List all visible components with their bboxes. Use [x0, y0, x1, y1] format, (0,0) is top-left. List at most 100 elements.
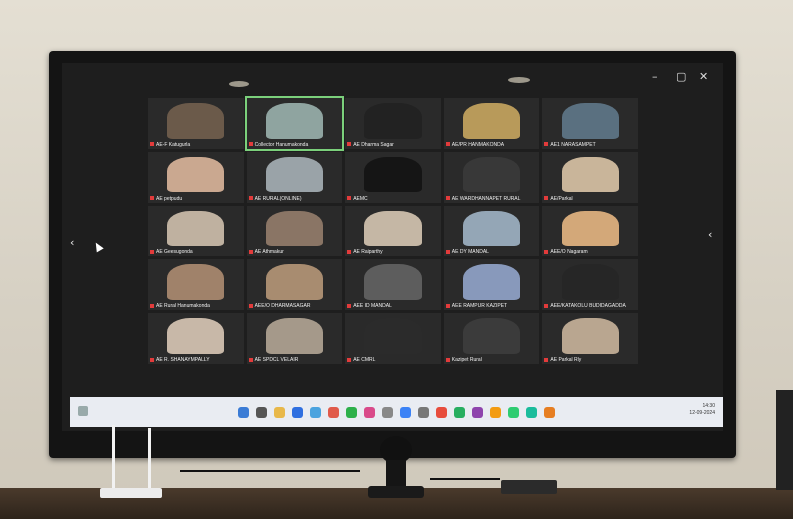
muted-mic-icon — [150, 357, 154, 362]
participant-tile[interactable]: Collector Hanumakonda — [244, 96, 345, 151]
participant-video — [265, 264, 324, 301]
taskbar-app-icon[interactable] — [274, 406, 285, 418]
system-tray[interactable]: 14:30 12-09-2024 — [689, 403, 715, 417]
participant-tile[interactable]: AE1 NARASAMPET — [542, 98, 638, 149]
participant-name: Kazipet Rural — [445, 356, 538, 363]
muted-mic-icon — [248, 196, 253, 201]
participant-name: AE CMRL — [347, 357, 439, 363]
taskbar-app-icon[interactable] — [382, 406, 393, 418]
taskbar-app-icon[interactable] — [346, 406, 357, 418]
participant-tile[interactable]: AEE/O Nagaram — [542, 205, 638, 257]
participant-tile[interactable]: AE CMRL — [345, 313, 441, 364]
participant-name-text: AE/PR HANMAKONDA — [451, 141, 505, 148]
participant-video — [167, 210, 225, 247]
participant-video — [364, 103, 422, 139]
participant-name: AE Geesugonda — [150, 249, 242, 255]
taskbar-app-icon[interactable] — [544, 406, 555, 418]
ceiling-light-reflection — [229, 81, 249, 87]
maximize-icon[interactable]: ▢ — [676, 70, 686, 83]
taskbar-app-icon[interactable] — [436, 406, 447, 418]
muted-mic-icon — [150, 250, 154, 255]
taskbar-app-icon[interactable] — [418, 406, 429, 418]
participant-name: AE Parkal Rly — [544, 357, 636, 363]
participant-video — [364, 156, 422, 193]
participant-name-text: AE RURAL(ONLINE) — [254, 195, 302, 202]
participant-video — [167, 318, 225, 354]
participant-tile[interactable]: AE Raiparthy — [345, 205, 441, 257]
taskbar-app-icon[interactable] — [508, 406, 519, 418]
taskbar-app-icon[interactable] — [490, 406, 501, 418]
speaker — [776, 390, 793, 490]
av-device — [501, 480, 557, 494]
taskbar-app-icon[interactable] — [400, 406, 411, 418]
muted-mic-icon — [248, 303, 253, 308]
participant-name-text: AEMC — [353, 195, 368, 202]
participant-name-text: AEE RAMPUR KAZIPET — [451, 303, 508, 310]
widgets-icon[interactable] — [78, 406, 88, 416]
participant-video — [561, 210, 619, 247]
participant-tile[interactable]: AE Parkal Rly — [542, 313, 638, 364]
participant-name-text: AEE ID MANDAL — [353, 303, 392, 310]
close-icon[interactable]: ✕ — [699, 70, 708, 83]
tray-time: 14:30 — [702, 403, 715, 409]
muted-mic-icon — [347, 142, 352, 147]
participant-name-text: AE Dharma Sagar — [353, 141, 394, 148]
video-gallery-grid: AE-F Katugurla Collector Hanumakonda AE Dh… — [148, 96, 638, 364]
next-page-icon[interactable]: ‹ — [708, 228, 712, 241]
participant-tile[interactable]: AE/PR HANMAKONDA — [443, 98, 540, 149]
participant-tile[interactable]: AE Geesugonda — [148, 205, 244, 257]
participant-tile[interactable]: AEMC — [345, 151, 441, 203]
wifi-router — [100, 488, 162, 498]
participant-video — [364, 318, 422, 354]
muted-mic-icon — [445, 196, 450, 201]
muted-mic-icon — [248, 142, 253, 147]
participant-tile[interactable]: AE RURAL(ONLINE) — [246, 151, 343, 203]
participant-tile[interactable]: AE SPDCL VELAIR — [246, 313, 343, 364]
taskbar-app-icon[interactable] — [238, 406, 249, 418]
router-antenna — [112, 425, 115, 495]
muted-mic-icon — [544, 196, 549, 201]
minimize-icon[interactable]: – — [652, 70, 658, 83]
participant-name-text: AE Parkal Rly — [550, 356, 582, 363]
participant-tile[interactable]: AEE/O DHARMASAGAR — [246, 259, 343, 311]
taskbar-app-icon[interactable] — [256, 406, 267, 418]
taskbar-app-icon[interactable] — [364, 406, 375, 418]
taskbar-app-icon[interactable] — [328, 406, 339, 418]
participant-tile[interactable]: AE DY MANDAL — [443, 205, 540, 257]
participant-name: AE WARDHANNAPET RURAL — [445, 196, 538, 202]
participant-video — [265, 318, 324, 354]
participant-name: Collector Hanumakonda — [248, 142, 341, 148]
participant-name-text: Kazipet Rural — [451, 356, 482, 363]
muted-mic-icon — [445, 357, 450, 362]
participant-name-text: AE-F Katugurla — [156, 141, 191, 148]
taskbar-app-icon[interactable] — [454, 406, 465, 418]
participant-tile[interactable]: AE R. SHANAYMPALLY — [148, 313, 244, 364]
taskbar-app-icon[interactable] — [310, 406, 321, 418]
taskbar-app-icon[interactable] — [526, 406, 537, 418]
participant-tile[interactable]: AE Athmakur — [246, 205, 343, 257]
participant-name: AE SPDCL VELAIR — [248, 357, 341, 363]
participant-tile[interactable]: AEE RAMPUR KAZIPET — [443, 259, 540, 311]
participant-name-text: AEE/O DHARMASAGAR — [254, 303, 311, 310]
participant-tile[interactable]: AE/Parkal — [542, 151, 638, 203]
participant-tile[interactable]: AEE/KATAKOLU BUDIDAGADDA — [542, 259, 638, 311]
participant-tile[interactable]: AEE ID MANDAL — [345, 259, 441, 311]
participant-name: AE R. SHANAYMPALLY — [150, 357, 242, 363]
participant-tile[interactable]: AE Dharma Sagar — [345, 98, 441, 149]
participant-name: AE/PR HANMAKONDA — [445, 141, 538, 148]
taskbar-app-icon[interactable] — [472, 406, 483, 418]
participant-name-text: AE petpudu — [156, 195, 183, 202]
prev-page-icon[interactable]: ‹ — [70, 236, 74, 249]
participant-name-text: AE Raiparthy — [353, 249, 383, 256]
participant-tile[interactable]: AE WARDHANNAPET RURAL — [443, 151, 540, 203]
participant-tile[interactable]: AE petpudu — [148, 151, 244, 203]
participant-tile[interactable]: AE Rural Hanumakonda — [148, 259, 244, 311]
muted-mic-icon — [347, 196, 352, 201]
camera-base — [368, 486, 424, 498]
participant-tile[interactable]: AE-F Katugurla — [148, 98, 244, 149]
participant-video — [265, 210, 324, 247]
taskbar-app-icon[interactable] — [292, 406, 303, 418]
participant-tile[interactable]: Kazipet Rural — [443, 313, 540, 364]
participant-name: AE Athmakur — [248, 249, 341, 255]
participant-video — [561, 156, 619, 193]
